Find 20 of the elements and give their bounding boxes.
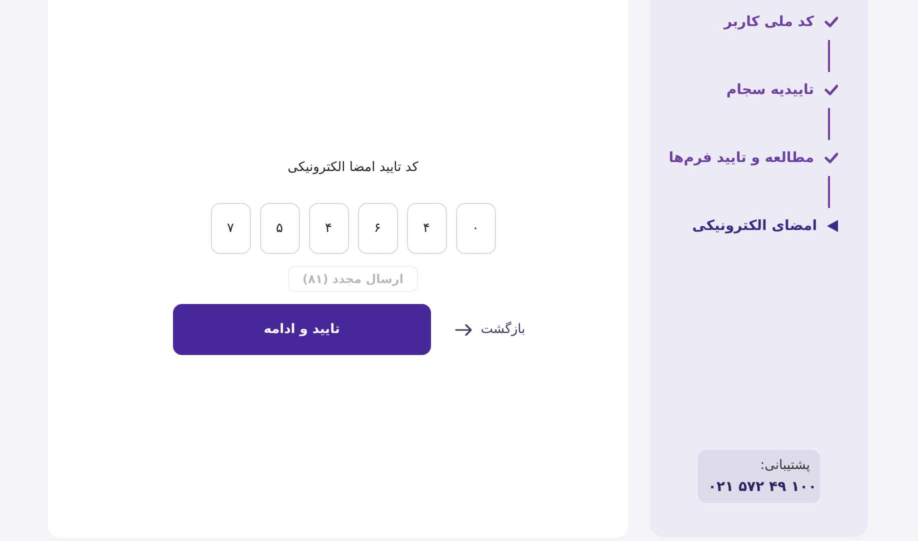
step-label: تاییدیه سجام [726,82,814,98]
confirm-button[interactable]: تایید و ادامه [172,304,431,355]
step-label: امضای الکترونیکی [692,218,817,234]
support-label: پشتیبانی: [760,458,810,473]
back-button[interactable]: بازگشت [454,322,526,337]
step-label: مطالعه و تایید فرم‌ها [668,150,814,166]
check-icon [824,152,838,164]
check-icon [824,84,838,96]
form-title: کد تایید امضا الکترونیکی [288,160,418,175]
code-digit-field[interactable]: ۰ [456,203,496,254]
arrow-right-icon [454,324,473,336]
step-label: کد ملی کاربر [724,14,814,30]
support-phone: ۰۲۱ ۵۷۲ ۴۹ ۱۰۰ [708,479,817,495]
code-digit-field[interactable]: ۶ [358,203,398,254]
check-icon [824,16,838,28]
triangle-icon [827,220,838,232]
code-digit-field[interactable]: ۵ [260,203,300,254]
code-digit-field[interactable]: ۷ [210,203,250,254]
code-digit-field[interactable]: ۴ [406,203,446,254]
code-digit-field[interactable]: ۴ [308,203,348,254]
